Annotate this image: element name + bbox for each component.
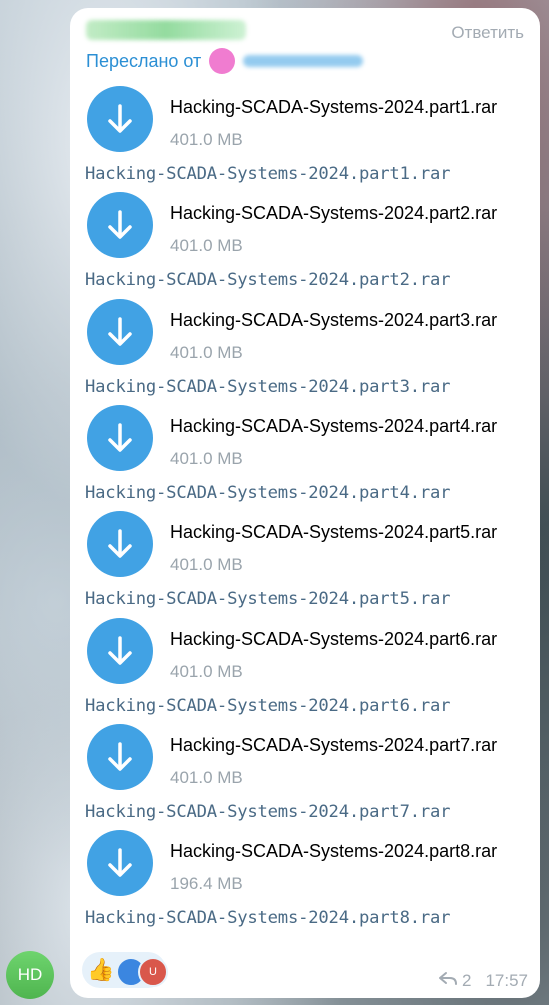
download-icon[interactable] (87, 830, 153, 897)
file-caption: Hacking-SCADA-Systems-2024.part5.rar (85, 589, 451, 610)
file-item[interactable]: Hacking-SCADA-Systems-2024.part6.rar 401.… (70, 617, 540, 724)
file-size: 196.4 MB (170, 874, 243, 894)
file-item[interactable]: Hacking-SCADA-Systems-2024.part3.rar 401.… (70, 298, 540, 405)
file-name[interactable]: Hacking-SCADA-Systems-2024.part6.rar (170, 629, 497, 650)
message-meta: 2 17:57 (438, 970, 528, 991)
file-name[interactable]: Hacking-SCADA-Systems-2024.part2.rar (170, 203, 497, 224)
file-name[interactable]: Hacking-SCADA-Systems-2024.part8.rar (170, 841, 497, 862)
file-name[interactable]: Hacking-SCADA-Systems-2024.part5.rar (170, 522, 497, 543)
file-name[interactable]: Hacking-SCADA-Systems-2024.part3.rar (170, 310, 497, 331)
forwarded-avatar[interactable] (209, 48, 236, 74)
file-size: 401.0 MB (170, 448, 243, 468)
file-size: 401.0 MB (170, 236, 243, 256)
file-name[interactable]: Hacking-SCADA-Systems-2024.part7.rar (170, 735, 497, 756)
file-item[interactable]: Hacking-SCADA-Systems-2024.part1.rar 401.… (70, 86, 540, 192)
download-icon[interactable] (87, 404, 153, 471)
file-caption: Hacking-SCADA-Systems-2024.part8.rar (85, 908, 451, 929)
file-caption: Hacking-SCADA-Systems-2024.part1.rar (85, 164, 451, 184)
share-arrow-icon (438, 970, 458, 991)
thumbs-up-icon[interactable]: 👍 (87, 956, 115, 984)
file-size: 401.0 MB (170, 342, 243, 362)
file-caption: Hacking-SCADA-Systems-2024.part4.rar (85, 482, 451, 503)
file-item[interactable]: Hacking-SCADA-Systems-2024.part4.rar 401.… (70, 404, 540, 511)
file-size: 401.0 MB (170, 555, 243, 575)
download-icon[interactable] (87, 298, 153, 365)
download-icon[interactable] (87, 86, 153, 152)
forwarded-name-redacted (243, 55, 364, 67)
file-caption: Hacking-SCADA-Systems-2024.part3.rar (85, 376, 451, 397)
file-name[interactable]: Hacking-SCADA-Systems-2024.part1.rar (170, 97, 497, 118)
sender-name-redacted (86, 20, 246, 40)
file-item[interactable]: Hacking-SCADA-Systems-2024.part7.rar 401.… (70, 723, 540, 830)
forwarded-label: Переслано от (86, 50, 202, 71)
message-time: 17:57 (485, 970, 528, 990)
reaction-avatar: U (138, 957, 168, 987)
file-caption: Hacking-SCADA-Systems-2024.part7.rar (85, 801, 451, 822)
download-icon[interactable] (87, 192, 153, 259)
file-item[interactable]: Hacking-SCADA-Systems-2024.part5.rar 401.… (70, 511, 540, 617)
forwarded-from[interactable]: Переслано от (86, 48, 364, 74)
file-size: 401.0 MB (170, 130, 243, 149)
file-size: 401.0 MB (170, 661, 243, 681)
file-caption: Hacking-SCADA-Systems-2024.part2.rar (85, 270, 451, 291)
file-caption: Hacking-SCADA-Systems-2024.part6.rar (85, 695, 451, 716)
reactions[interactable]: 👍 U (82, 952, 168, 988)
file-item[interactable]: Hacking-SCADA-Systems-2024.part8.rar 196.… (70, 830, 540, 936)
file-name[interactable]: Hacking-SCADA-Systems-2024.part4.rar (170, 416, 497, 437)
download-icon[interactable] (87, 511, 153, 578)
file-item[interactable]: Hacking-SCADA-Systems-2024.part2.rar 401.… (70, 192, 540, 298)
file-size: 401.0 MB (170, 767, 243, 787)
download-icon[interactable] (87, 723, 153, 790)
download-icon[interactable] (87, 617, 153, 684)
message-bubble[interactable]: Ответить Переслано от Hacking-SCADA-Syst… (70, 8, 540, 998)
reply-button[interactable]: Ответить (451, 23, 524, 43)
sender-avatar[interactable]: HD (6, 951, 54, 999)
forward-count: 2 (461, 970, 472, 990)
